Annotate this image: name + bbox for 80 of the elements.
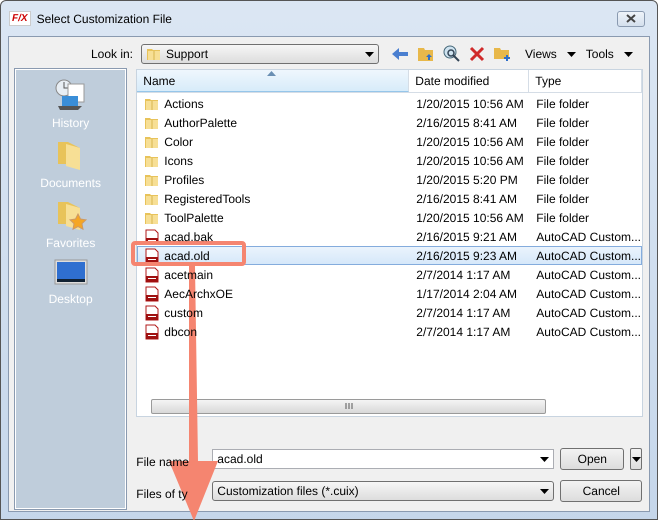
type-cell: File folder — [536, 192, 589, 206]
date-cell: 1/20/2015 10:56 AM — [416, 210, 524, 224]
type-cell: AutoCAD Custom... — [536, 286, 641, 300]
back-arrow-icon[interactable] — [391, 47, 409, 61]
file-row[interactable]: Icons 1/20/2015 10:56 AM File folder — [137, 151, 642, 170]
file-row[interactable]: acad.bak 2/16/2015 9:21 AM AutoCAD Custom... — [137, 227, 642, 246]
date-cell: 1/20/2015 10:56 AM — [416, 96, 524, 110]
type-cell: File folder — [536, 172, 589, 186]
cuix-file-icon — [144, 248, 160, 264]
views-caret-icon — [566, 52, 576, 56]
type-cell: AutoCAD Custom... — [536, 306, 641, 320]
caret-icon — [365, 52, 374, 56]
date-cell: 1/20/2015 10:56 AM — [416, 134, 524, 148]
folder-icon — [146, 46, 162, 62]
file-name-label: File name — [136, 455, 189, 469]
date-cell: 1/20/2015 5:20 PM — [416, 172, 518, 186]
delete-icon[interactable] — [469, 46, 485, 62]
file-name: Icons — [164, 154, 193, 168]
date-cell: 2/16/2015 9:21 AM — [416, 230, 518, 244]
caret-icon — [632, 456, 641, 462]
date-cell: 2/16/2015 8:41 AM — [416, 116, 518, 130]
date-cell: 2/7/2014 1:17 AM — [416, 306, 510, 320]
column-header[interactable]: Type — [529, 70, 642, 92]
open-button[interactable]: Open — [560, 448, 624, 470]
type-cell: AutoCAD Custom... — [536, 324, 641, 338]
cuix-file-icon — [144, 304, 160, 320]
caret-icon — [540, 488, 550, 494]
file-name: AuthorPalette — [164, 116, 238, 130]
column-header[interactable]: Date modified — [409, 70, 530, 92]
look-in-label: Look in: — [90, 47, 133, 61]
file-type-dropdown[interactable]: Customization files (*.cuix) — [212, 481, 554, 501]
look-in-dropdown[interactable]: Support — [141, 44, 379, 64]
date-cell: 1/17/2014 2:04 AM — [416, 286, 518, 300]
file-name: Actions — [164, 96, 204, 110]
cuix-file-icon — [144, 286, 160, 302]
date-cell: 2/16/2015 9:23 AM — [416, 248, 518, 262]
file-name: Profiles — [164, 172, 204, 186]
cuix-file-icon — [144, 324, 160, 340]
app-logo: F/X — [9, 11, 31, 26]
file-row[interactable]: AuthorPalette 2/16/2015 8:41 AM File folder — [137, 113, 642, 132]
window-title: Select Customization File — [36, 12, 173, 26]
file-row[interactable]: Color 1/20/2015 10:56 AM File folder — [137, 132, 642, 151]
close-button[interactable] — [617, 10, 645, 26]
folder-up-icon[interactable] — [417, 46, 435, 62]
type-cell: File folder — [536, 116, 589, 130]
date-cell: 2/16/2015 8:41 AM — [416, 192, 518, 206]
open-options-button[interactable] — [630, 448, 642, 470]
file-row[interactable]: RegisteredTools 2/16/2015 8:41 AM File folder — [137, 189, 642, 208]
cuix-file-icon — [144, 266, 160, 282]
type-cell: AutoCAD Custom... — [536, 268, 641, 282]
type-cell: AutoCAD Custom... — [536, 230, 641, 244]
file-row[interactable]: Actions 1/20/2015 10:56 AM File folder — [137, 94, 642, 113]
date-cell: 2/7/2014 1:17 AM — [416, 268, 510, 282]
file-name: acad.bak — [164, 230, 213, 244]
type-cell: File folder — [536, 96, 589, 110]
type-cell: File folder — [536, 154, 589, 168]
grip-icon — [344, 403, 353, 409]
type-cell: File folder — [536, 134, 589, 148]
caret-icon — [540, 456, 550, 462]
views-menu[interactable]: Views — [525, 47, 557, 61]
close-icon — [626, 14, 636, 23]
file-name: RegisteredTools — [164, 192, 250, 206]
type-cell: File folder — [536, 210, 589, 224]
files-of-type-label: Files of ty — [136, 487, 188, 501]
date-cell: 1/20/2015 10:56 AM — [416, 154, 524, 168]
tools-caret-icon — [624, 52, 633, 56]
sort-arrow-icon — [267, 71, 276, 76]
file-name: ToolPalette — [164, 210, 224, 224]
tools-menu[interactable]: Tools — [586, 47, 614, 61]
date-cell: 2/7/2014 1:17 AM — [416, 324, 510, 338]
file-name: acad.old — [164, 248, 210, 262]
new-folder-icon[interactable] — [493, 46, 511, 62]
column-header[interactable]: Name — [137, 70, 410, 92]
file-name-field[interactable]: acad.old — [212, 449, 554, 469]
file-row[interactable]: ToolPalette 1/20/2015 10:56 AM File folder — [137, 208, 642, 227]
file-row[interactable]: acad.old 2/16/2015 9:23 AM AutoCAD Custom... — [137, 246, 642, 265]
cancel-button[interactable]: Cancel — [560, 480, 642, 502]
type-cell: AutoCAD Custom... — [536, 248, 641, 262]
file-name: Color — [164, 134, 193, 148]
file-row[interactable]: Profiles 1/20/2015 5:20 PM File folder — [137, 170, 642, 189]
